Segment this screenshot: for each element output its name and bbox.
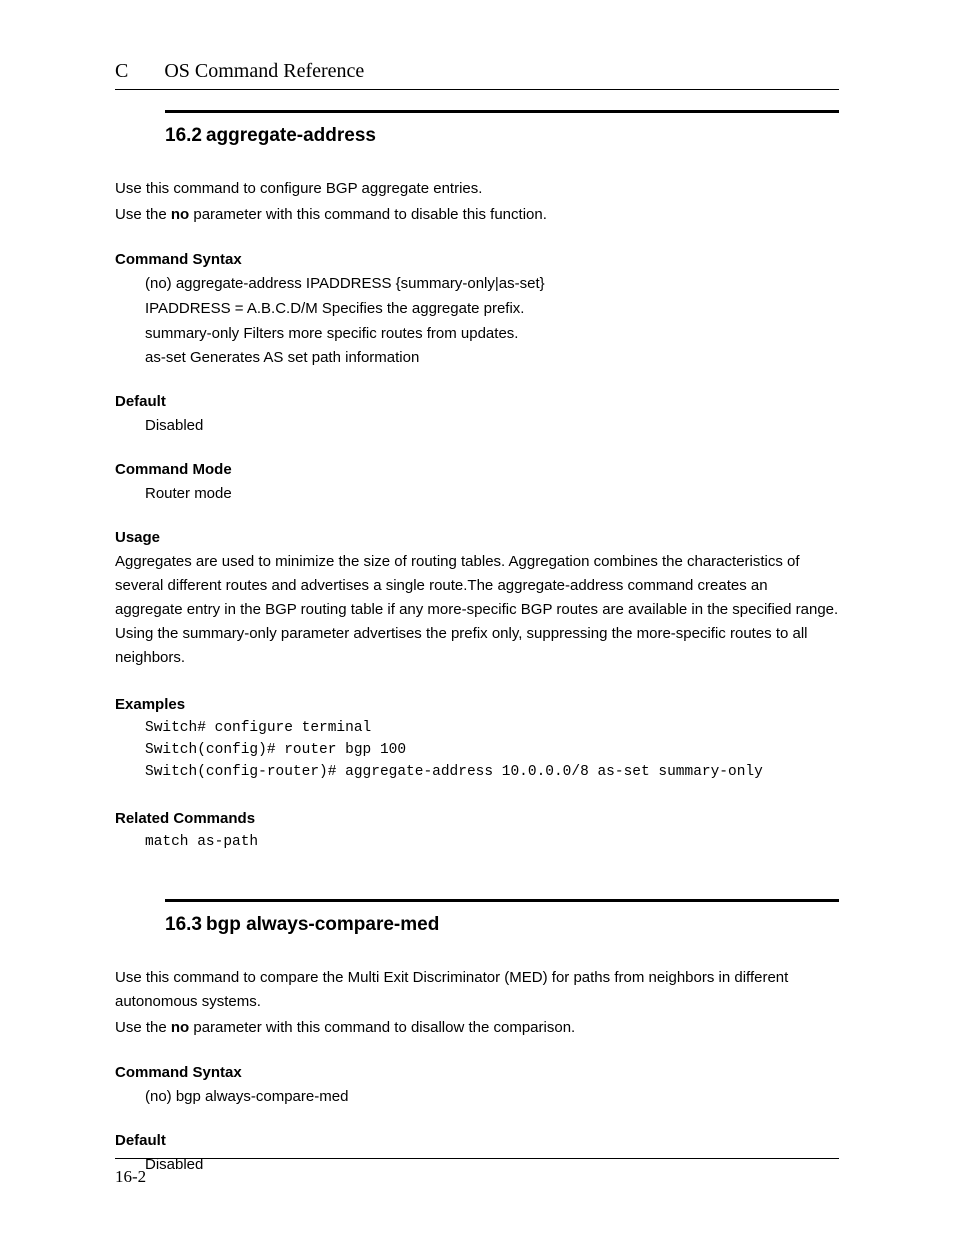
default-heading: Default <box>115 1132 839 1149</box>
syntax-line: (no) bgp always-compare-med <box>145 1085 839 1110</box>
syntax-line: (no) aggregate-address IPADDRESS {summar… <box>145 272 839 297</box>
related-command-line: match as-path <box>145 831 839 853</box>
page-footer: 16-2 <box>115 1158 839 1187</box>
intro-block: Use this command to configure BGP aggreg… <box>115 177 839 227</box>
default-heading: Default <box>115 393 839 410</box>
text: parameter with this command to disable t… <box>189 206 547 223</box>
intro-line-2: Use the no parameter with this command t… <box>115 203 839 227</box>
section-heading-bgp-always-compare-med: 16.3bgp always-compare-med <box>165 914 839 936</box>
footer-rule <box>115 1158 839 1159</box>
command-mode-value: Router mode <box>145 482 839 507</box>
text: parameter with this command to disallow … <box>189 1019 575 1036</box>
usage-body: Aggregates are used to minimize the size… <box>115 550 839 670</box>
command-syntax-heading: Command Syntax <box>115 1064 839 1081</box>
example-line: Switch(config-router)# aggregate-address… <box>145 761 839 783</box>
no-keyword: no <box>171 206 189 223</box>
intro-line-1: Use this command to compare the Multi Ex… <box>115 966 839 1014</box>
section-heading-aggregate-address: 16.2aggregate-address <box>165 125 839 147</box>
intro-line-1: Use this command to configure BGP aggreg… <box>115 177 839 201</box>
no-keyword: no <box>171 1019 189 1036</box>
command-mode-heading: Command Mode <box>115 461 839 478</box>
text: Use the <box>115 1019 171 1036</box>
section-rule <box>165 110 839 113</box>
example-line: Switch(config)# router bgp 100 <box>145 739 839 761</box>
intro-line-2: Use the no parameter with this command t… <box>115 1016 839 1040</box>
syntax-line: summary-only Filters more specific route… <box>145 322 839 347</box>
section-number: 16.3 <box>165 914 202 936</box>
examples-heading: Examples <box>115 696 839 713</box>
section-number: 16.2 <box>165 125 202 147</box>
page-number: 16-2 <box>115 1167 839 1187</box>
section-name: aggregate-address <box>206 125 376 146</box>
command-syntax-heading: Command Syntax <box>115 251 839 268</box>
text: Use the <box>115 206 171 223</box>
section-rule <box>165 899 839 902</box>
syntax-line: IPADDRESS = A.B.C.D/M Specifies the aggr… <box>145 297 839 322</box>
intro-block: Use this command to compare the Multi Ex… <box>115 966 839 1040</box>
page-header: C OS Command Reference <box>115 60 839 90</box>
section-name: bgp always-compare-med <box>206 914 439 935</box>
example-line: Switch# configure terminal <box>145 717 839 739</box>
related-commands-heading: Related Commands <box>115 810 839 827</box>
syntax-line: as-set Generates AS set path information <box>145 346 839 371</box>
header-appendix: C <box>115 60 128 83</box>
default-value: Disabled <box>145 414 839 439</box>
header-title: OS Command Reference <box>164 60 364 83</box>
usage-heading: Usage <box>115 529 839 546</box>
